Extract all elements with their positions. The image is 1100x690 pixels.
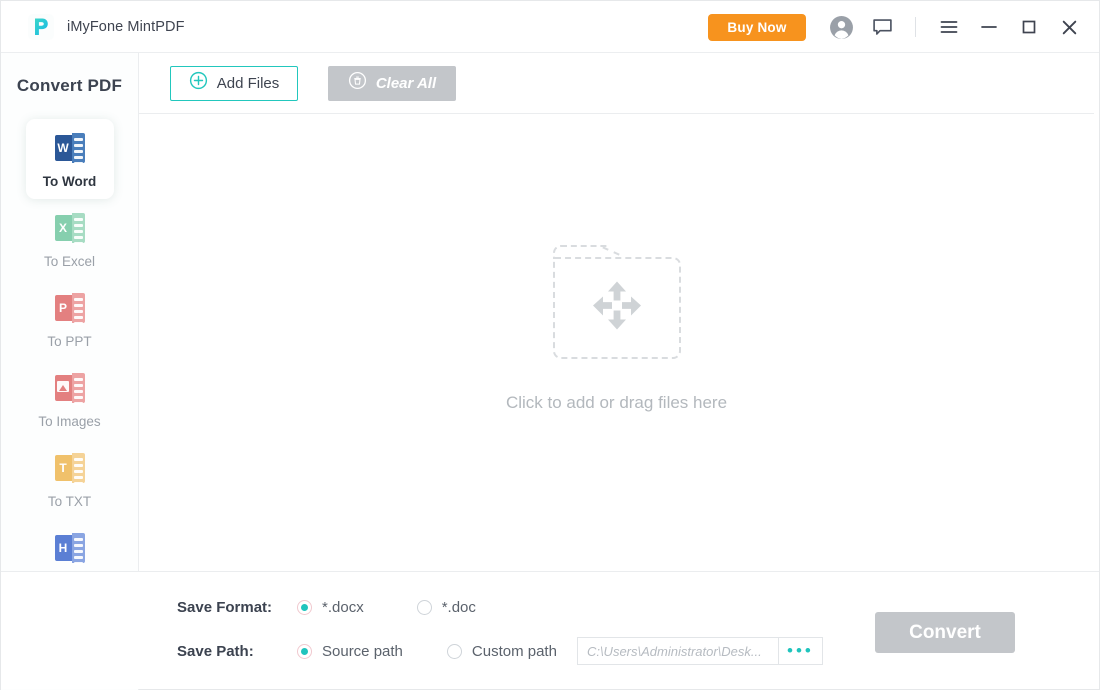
add-files-button[interactable]: Add Files xyxy=(170,66,298,101)
radio-label: *.docx xyxy=(322,599,364,616)
radio-save-format-docx[interactable]: *.docx xyxy=(297,599,364,616)
word-doc-icon: W xyxy=(55,129,85,163)
file-toolbar: Add Files Clear All xyxy=(139,53,1094,114)
toolbar-divider xyxy=(915,17,916,37)
app-logo-icon xyxy=(28,14,54,40)
custom-path-field[interactable]: C:\Users\Administrator\Desk... ••• xyxy=(577,637,823,665)
buy-now-button[interactable]: Buy Now xyxy=(708,14,806,41)
sidebar-item-to-ppt[interactable]: P To PPT xyxy=(26,279,114,359)
account-circle-icon[interactable] xyxy=(824,10,858,44)
application-window: iMyFone MintPDF Buy Now xyxy=(0,0,1100,690)
clear-all-button[interactable]: Clear All xyxy=(328,66,456,101)
save-path-row: Save Path: Source path Custom path C:\Us… xyxy=(177,637,823,665)
radio-save-path-source[interactable]: Source path xyxy=(297,643,403,660)
add-files-label: Add Files xyxy=(217,75,280,92)
main-content: Add Files Clear All xyxy=(139,53,1094,571)
sidebar-item-label: To Excel xyxy=(44,254,95,269)
custom-path-value: C:\Users\Administrator\Desk... xyxy=(578,644,778,659)
powerpoint-doc-icon: P xyxy=(55,289,85,323)
dropzone-label: Click to add or drag files here xyxy=(506,393,727,413)
sidebar-item-label: To PPT xyxy=(47,334,91,349)
clear-all-label: Clear All xyxy=(376,75,436,92)
html-doc-icon: H xyxy=(55,529,85,563)
sidebar-item-list: W To Word X To Excel P To PPT To Images T To TXT… xyxy=(1,119,138,599)
convert-button[interactable]: Convert xyxy=(875,612,1015,653)
radio-label: *.doc xyxy=(442,599,476,616)
browse-path-button[interactable]: ••• xyxy=(778,638,822,664)
sidebar-item-label: To TXT xyxy=(48,494,91,509)
radio-save-format-doc[interactable]: *.doc xyxy=(417,599,476,616)
radio-label: Source path xyxy=(322,643,403,660)
maximize-icon[interactable] xyxy=(1009,7,1049,47)
file-dropzone[interactable]: Click to add or drag files here xyxy=(139,114,1094,571)
trash-circle-icon xyxy=(348,71,367,95)
message-bubble-icon[interactable] xyxy=(865,10,899,44)
options-panel: Save Format: *.docx *.doc Save Path: Sou… xyxy=(1,571,1099,689)
text-doc-icon: T xyxy=(55,449,85,483)
sidebar-item-to-word[interactable]: W To Word xyxy=(26,119,114,199)
sidebar-item-label: To Word xyxy=(43,174,97,189)
image-doc-icon xyxy=(55,369,85,403)
sidebar-item-to-images[interactable]: To Images xyxy=(26,359,114,439)
folder-dashed-move-icon xyxy=(553,245,681,359)
app-title: iMyFone MintPDF xyxy=(67,19,185,35)
plus-circle-icon xyxy=(189,71,208,95)
minimize-icon[interactable] xyxy=(969,7,1009,47)
radio-label: Custom path xyxy=(472,643,557,660)
radio-dot-icon xyxy=(447,644,462,659)
close-icon[interactable] xyxy=(1049,7,1089,47)
save-format-row: Save Format: *.docx *.doc xyxy=(177,599,476,616)
save-path-label: Save Path: xyxy=(177,643,297,660)
sidebar-item-label: To Images xyxy=(38,414,100,429)
radio-dot-icon xyxy=(297,644,312,659)
save-format-label: Save Format: xyxy=(177,599,297,616)
window-controls: Buy Now xyxy=(708,1,1099,53)
hamburger-menu-icon[interactable] xyxy=(929,7,969,47)
radio-dot-icon xyxy=(297,600,312,615)
sidebar-item-to-excel[interactable]: X To Excel xyxy=(26,199,114,279)
radio-save-path-custom[interactable]: Custom path xyxy=(447,643,557,660)
sidebar-item-to-txt[interactable]: T To TXT xyxy=(26,439,114,519)
title-bar: iMyFone MintPDF Buy Now xyxy=(1,1,1099,53)
sidebar-title: Convert PDF xyxy=(1,76,138,96)
radio-dot-icon xyxy=(417,600,432,615)
excel-doc-icon: X xyxy=(55,209,85,243)
